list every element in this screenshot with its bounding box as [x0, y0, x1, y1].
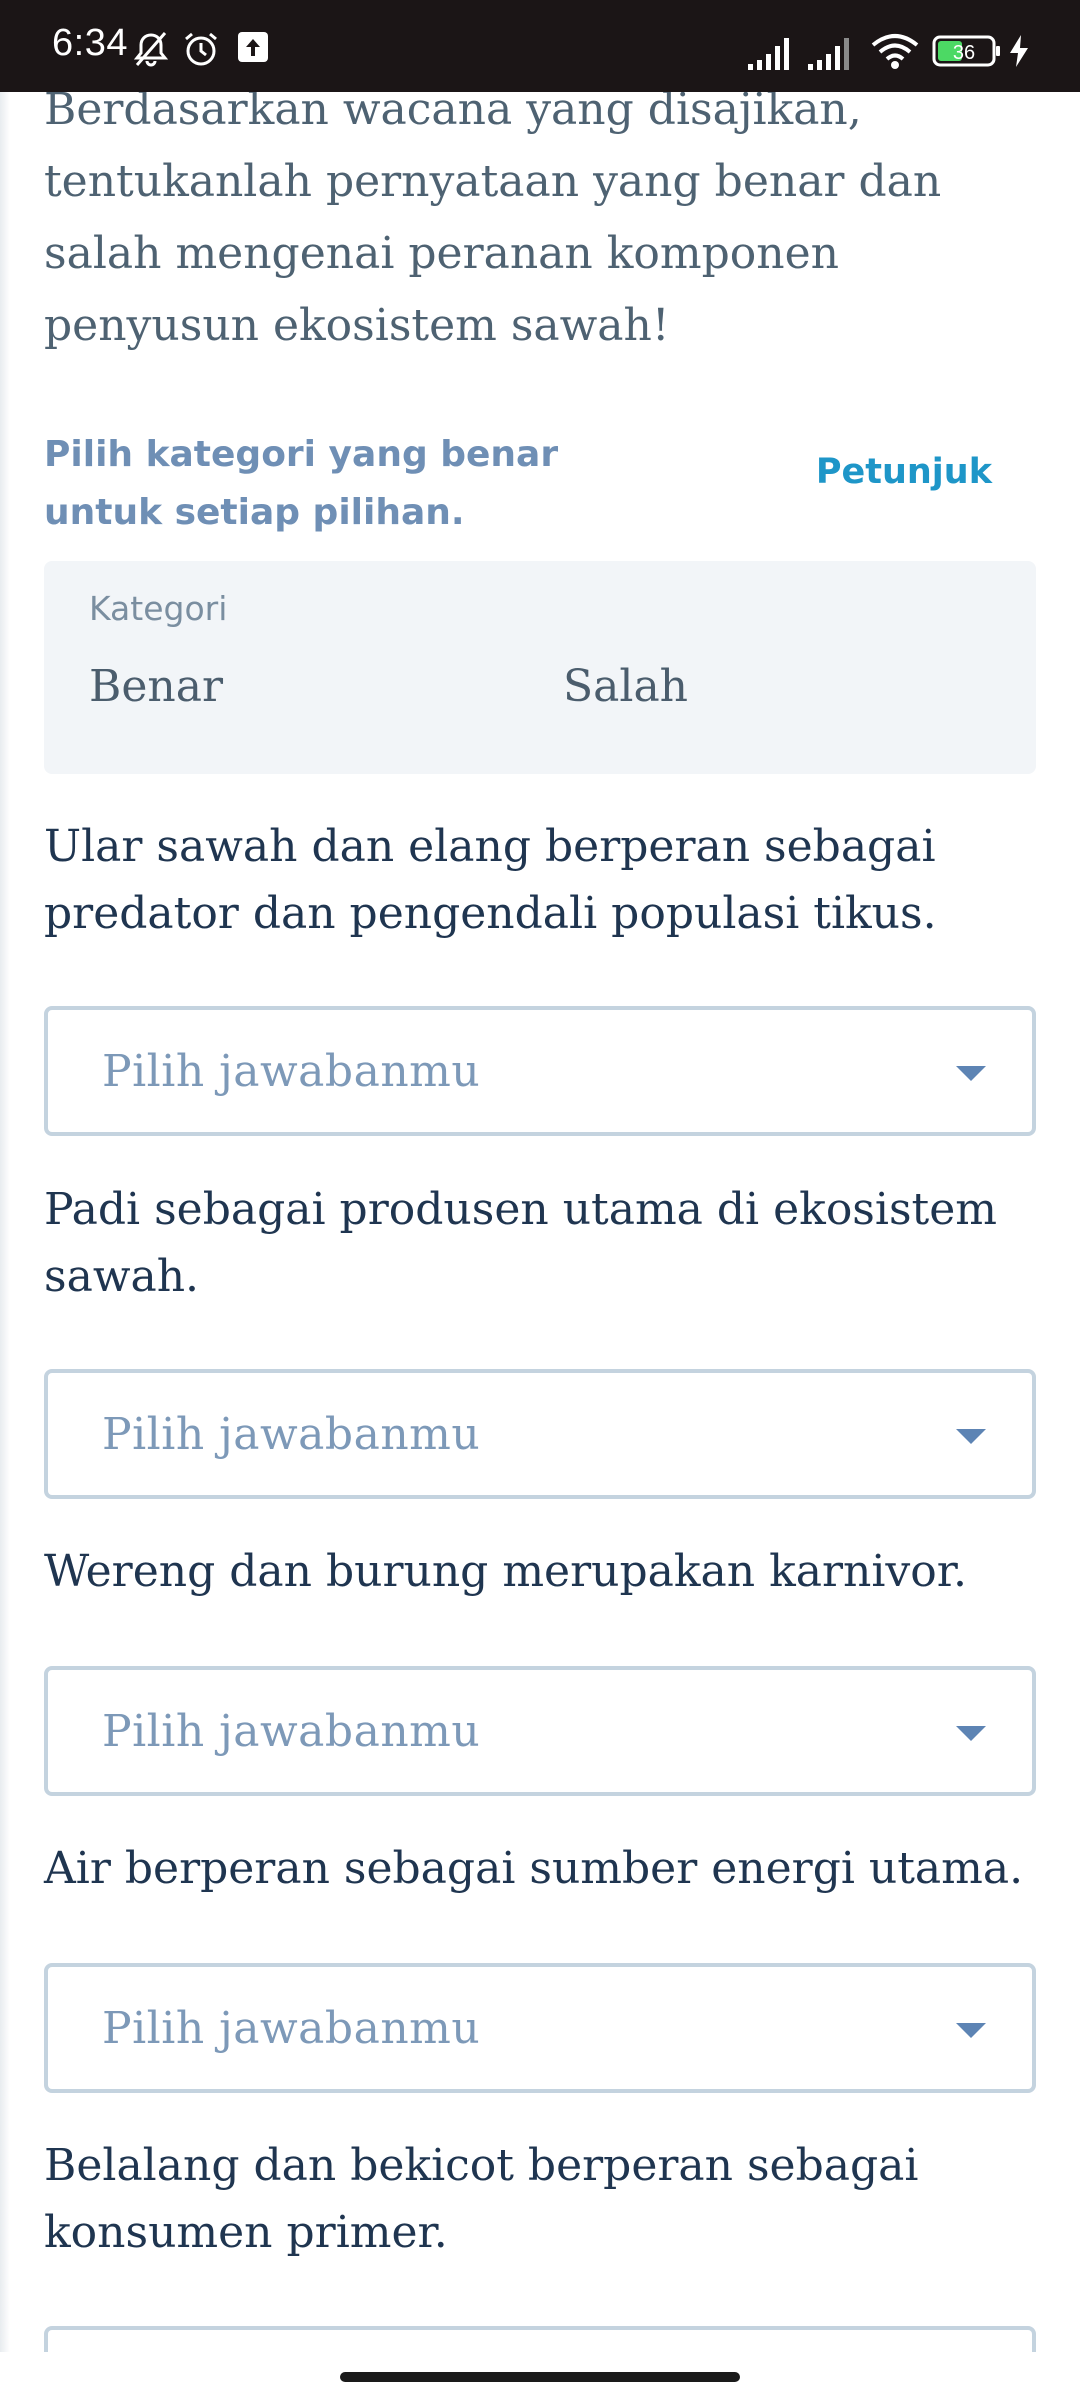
battery-level: 36	[953, 42, 975, 64]
upload-icon	[236, 30, 270, 69]
question-content[interactable]: Berdasarkan wacana yang disajikan, tentu…	[0, 92, 1080, 2352]
alarm-icon	[182, 30, 220, 73]
status-time: 6:34	[52, 22, 128, 64]
answer-dropdown-1[interactable]: Pilih jawabanmu	[44, 1006, 1036, 1136]
answer-dropdown-3[interactable]: Pilih jawabanmu	[44, 1666, 1036, 1796]
page-edge-shadow	[0, 92, 10, 2352]
answer-dropdown-5[interactable]	[44, 2326, 1036, 2352]
dropdown-placeholder: Pilih jawabanmu	[102, 2003, 481, 2054]
dropdown-placeholder: Pilih jawabanmu	[102, 1046, 481, 1097]
status-bar: 6:34 36	[0, 0, 1080, 92]
statement-1: Ular sawah dan elang berperan sebagai pr…	[44, 821, 937, 939]
wifi-icon	[870, 32, 920, 75]
caret-down-icon	[956, 2023, 986, 2038]
signal-icon	[748, 36, 800, 75]
instruction-row: Pilih kategori yang benar untuk setiap p…	[44, 426, 1036, 542]
dropdown-placeholder: Pilih jawabanmu	[102, 1706, 481, 1757]
category-option-benar: Benar	[89, 661, 223, 712]
instruction-text: Pilih kategori yang benar untuk setiap p…	[44, 434, 559, 533]
caret-down-icon	[956, 1726, 986, 1741]
category-heading: Kategori	[89, 589, 228, 628]
battery-icon: 36	[932, 34, 1002, 73]
caret-down-icon	[956, 1066, 986, 1081]
notifications-off-icon	[132, 30, 170, 73]
question-intro: Berdasarkan wacana yang disajikan, tentu…	[44, 92, 942, 351]
answer-dropdown-4[interactable]: Pilih jawabanmu	[44, 1963, 1036, 2093]
category-option-salah: Salah	[563, 661, 689, 712]
signal-icon	[808, 36, 860, 75]
category-panel: Kategori Benar Salah	[44, 561, 1036, 774]
dropdown-placeholder: Pilih jawabanmu	[102, 1409, 481, 1460]
statement-2: Padi sebagai produsen utama di ekosistem…	[44, 1184, 997, 1302]
statement-4: Air berperan sebagai sumber energi utama…	[44, 1843, 1024, 1894]
charging-icon	[1008, 34, 1030, 73]
statement-5: Belalang dan bekicot berperan sebagai ko…	[44, 2140, 919, 2258]
caret-down-icon	[956, 1429, 986, 1444]
hint-link[interactable]: Petunjuk	[816, 452, 992, 492]
statement-3: Wereng dan burung merupakan karnivor.	[44, 1546, 967, 1597]
home-gesture-bar[interactable]	[340, 2372, 740, 2382]
answer-dropdown-2[interactable]: Pilih jawabanmu	[44, 1369, 1036, 1499]
